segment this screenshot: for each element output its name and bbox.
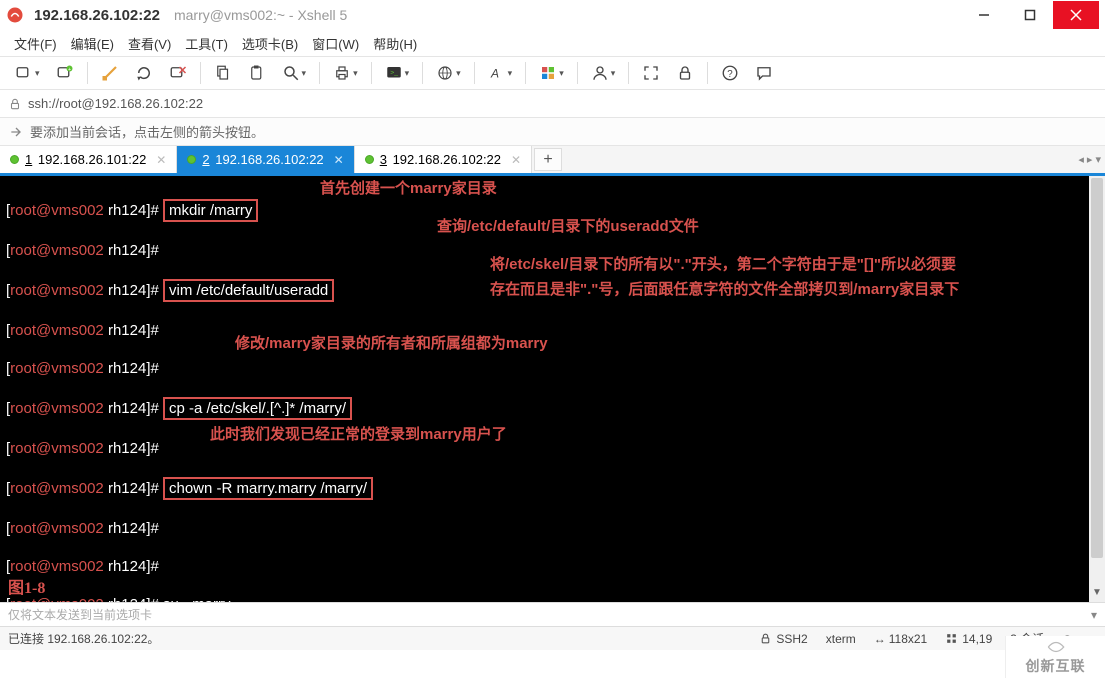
status-proto: SSH2 bbox=[776, 632, 807, 646]
title-sub: marry@vms002:~ - Xshell 5 bbox=[174, 7, 347, 23]
status-pos: 14,19 bbox=[962, 632, 992, 646]
close-icon[interactable]: ✕ bbox=[334, 153, 344, 167]
search-button[interactable]: ▾ bbox=[275, 60, 314, 86]
toolbar: ▾ + ▾ ▾ >_▾ ▾ A▾ ▾ ▾ ? bbox=[0, 56, 1105, 90]
status-dot-icon bbox=[365, 155, 374, 164]
close-icon[interactable]: ✕ bbox=[511, 153, 521, 167]
paste-button[interactable] bbox=[241, 60, 273, 86]
status-connection: 已连接 192.168.26.102:22。 bbox=[8, 630, 159, 647]
figure-label: 图1-8 bbox=[8, 579, 45, 598]
menu-view[interactable]: 查看(V) bbox=[128, 34, 171, 53]
tab-nav[interactable]: ◂ ▸ ▾ bbox=[1078, 146, 1101, 173]
tab-1[interactable]: 1 192.168.26.101:22 ✕ bbox=[0, 146, 177, 173]
cmd-vim: vim /etc/default/useradd bbox=[163, 279, 334, 302]
lock-icon bbox=[8, 97, 22, 111]
close-button[interactable] bbox=[1053, 1, 1099, 29]
app-icon bbox=[6, 6, 24, 24]
svg-text:?: ? bbox=[728, 69, 734, 80]
status-bar: 已连接 192.168.26.102:22。 SSH2 xterm ↔ 118x… bbox=[0, 626, 1105, 650]
terminal-scrollbar[interactable]: ▲ ▼ bbox=[1089, 176, 1105, 602]
status-dot-icon bbox=[187, 155, 196, 164]
cmd-cp: cp -a /etc/skel/.[^.]* /marry/ bbox=[163, 397, 352, 420]
grid-icon bbox=[945, 632, 958, 645]
maximize-button[interactable] bbox=[1007, 1, 1053, 29]
status-size: 118x21 bbox=[889, 632, 927, 646]
send-bar-dropdown[interactable]: ▾ bbox=[1091, 608, 1097, 622]
cmd-chown: chown -R marry.marry /marry/ bbox=[163, 477, 373, 500]
svg-text:A: A bbox=[490, 67, 499, 81]
menu-edit[interactable]: 编辑(E) bbox=[71, 34, 114, 53]
profile-button[interactable] bbox=[94, 60, 126, 86]
color-button[interactable]: ▾ bbox=[532, 60, 571, 86]
annotation-5: 此时我们发现已经正常的登录到marry用户了 bbox=[210, 425, 507, 444]
cmd-mkdir: mkdir /marry bbox=[163, 199, 258, 222]
annotation-3a: 将/etc/skel/目录下的所有以"."开头，第二个字符由于是"[]"所以必须… bbox=[490, 255, 956, 274]
lock-button[interactable] bbox=[669, 60, 701, 86]
annotation-2: 查询/etc/default/目录下的useradd文件 bbox=[437, 217, 699, 236]
send-bar[interactable]: 仅将文本发送到当前选项卡 ▾ bbox=[0, 602, 1105, 626]
status-term: xterm bbox=[826, 632, 856, 646]
tab-2[interactable]: 2 192.168.26.102:22 ✕ bbox=[177, 146, 354, 173]
annotation-4: 修改/marry家目录的所有者和所属组都为marry bbox=[235, 334, 548, 353]
font-button[interactable]: A▾ bbox=[481, 60, 520, 86]
new-window-button[interactable]: + bbox=[49, 60, 81, 86]
hint-bar: 要添加当前会话，点击左侧的箭头按钮。 bbox=[0, 118, 1105, 146]
user-button[interactable]: ▾ bbox=[584, 60, 623, 86]
add-tab-button[interactable]: + bbox=[534, 148, 562, 171]
help-button[interactable]: ? bbox=[714, 60, 746, 86]
tab-3[interactable]: 3 192.168.26.102:22 ✕ bbox=[355, 146, 532, 173]
annotation-3b: 存在而且是非"."号，后面跟任意字符的文件全部拷贝到/marry家目录下 bbox=[490, 280, 959, 299]
svg-text:+: + bbox=[67, 67, 70, 73]
hint-arrow-icon[interactable] bbox=[8, 124, 24, 140]
lock-icon bbox=[759, 632, 772, 645]
title-ip: 192.168.26.102:22 bbox=[34, 7, 160, 24]
fullscreen-button[interactable] bbox=[635, 60, 667, 86]
new-session-button[interactable]: ▾ bbox=[8, 60, 47, 86]
address-text: ssh://root@192.168.26.102:22 bbox=[28, 96, 203, 111]
hint-text: 要添加当前会话，点击左侧的箭头按钮。 bbox=[30, 122, 264, 141]
watermark: 创新互联 bbox=[1005, 636, 1105, 678]
menu-window[interactable]: 窗口(W) bbox=[312, 34, 359, 53]
menu-file[interactable]: 文件(F) bbox=[14, 34, 57, 53]
print-button[interactable]: ▾ bbox=[326, 60, 365, 86]
titlebar: 192.168.26.102:22 marry@vms002:~ - Xshel… bbox=[0, 0, 1105, 30]
send-bar-text: 仅将文本发送到当前选项卡 bbox=[8, 606, 152, 623]
status-dot-icon bbox=[10, 155, 19, 164]
chat-button[interactable] bbox=[748, 60, 780, 86]
cmd-su: su - marry bbox=[163, 596, 231, 602]
terminal[interactable]: [root@vms002 rh124]# mkdir /marry [root@… bbox=[0, 176, 1105, 602]
copy-button[interactable] bbox=[207, 60, 239, 86]
minimize-button[interactable] bbox=[961, 1, 1007, 29]
tab-strip: 1 192.168.26.101:22 ✕ 2 192.168.26.102:2… bbox=[0, 146, 1105, 176]
menu-tools[interactable]: 工具(T) bbox=[185, 34, 228, 53]
terminal-button[interactable]: >_▾ bbox=[378, 60, 417, 86]
menu-tabs[interactable]: 选项卡(B) bbox=[242, 34, 298, 53]
globe-button[interactable]: ▾ bbox=[429, 60, 468, 86]
close-icon[interactable]: ✕ bbox=[156, 153, 166, 167]
svg-text:>_: >_ bbox=[390, 70, 398, 77]
address-bar[interactable]: ssh://root@192.168.26.102:22 bbox=[0, 90, 1105, 118]
annotation-1: 首先创建一个marry家目录 bbox=[320, 179, 497, 198]
menubar: 文件(F) 编辑(E) 查看(V) 工具(T) 选项卡(B) 窗口(W) 帮助(… bbox=[0, 30, 1105, 56]
disconnect-button[interactable] bbox=[162, 60, 194, 86]
reconnect-button[interactable] bbox=[128, 60, 160, 86]
menu-help[interactable]: 帮助(H) bbox=[373, 34, 417, 53]
